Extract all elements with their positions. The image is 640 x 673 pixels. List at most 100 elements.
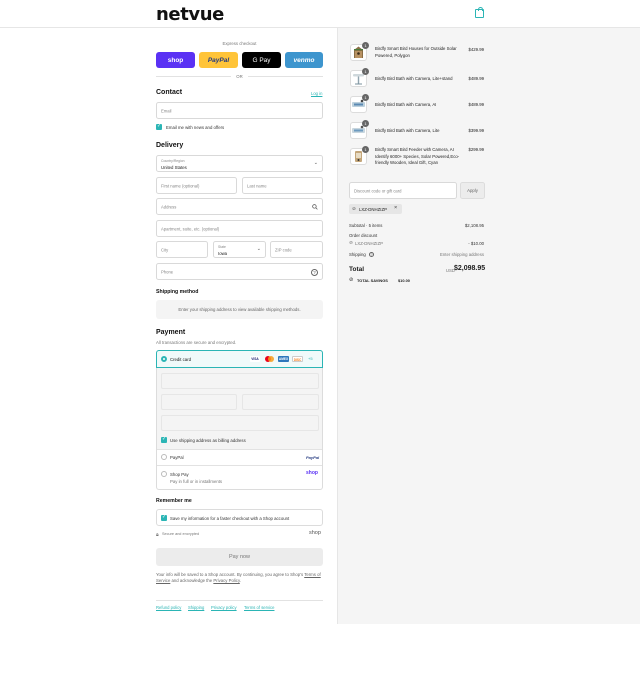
item-price: $489.99 — [468, 102, 484, 107]
billing-label: Use shipping address as billing address — [170, 437, 246, 443]
amex-icon: AMEX — [278, 356, 289, 362]
discount-code-input[interactable]: Discount code or gift card — [349, 182, 457, 199]
refund-policy-link[interactable]: Refund policy — [156, 605, 181, 610]
total-savings-value: $10.00 — [398, 278, 410, 283]
security-code-field[interactable] — [242, 394, 319, 410]
venmo-button[interactable]: venmo — [285, 52, 323, 68]
state-value: Iowa — [218, 250, 228, 256]
legal-text: Your info will be saved to a Shop accoun… — [156, 572, 323, 584]
total-label: Total — [349, 266, 365, 273]
header — [0, 0, 640, 28]
divider — [156, 76, 231, 77]
apartment-field[interactable]: Apartment, suite, etc. (optional) — [156, 220, 323, 237]
credit-card-radio[interactable] — [161, 356, 167, 362]
privacy-policy-footer-link[interactable]: Privacy policy — [211, 605, 237, 610]
email-field[interactable]: Email — [156, 102, 323, 119]
shipping-link[interactable]: Shipping — [188, 605, 204, 610]
address-field[interactable]: Address — [156, 198, 323, 215]
item-thumbnail: 1 — [350, 68, 369, 87]
payment-title: Payment — [156, 329, 186, 336]
help-icon[interactable]: ? — [311, 268, 318, 276]
item-name: Birdfy Bird Bath with Camera, AI — [375, 102, 437, 107]
shipping-value: Enter shipping address — [440, 252, 484, 257]
order-discount-label: Order discount — [349, 233, 378, 238]
credit-card-label: Credit card — [170, 356, 192, 362]
login-link[interactable]: Log in — [311, 91, 322, 96]
subtotal-label: Subtotal · 5 items — [349, 223, 383, 228]
item-price: $429.99 — [468, 47, 484, 52]
or-separator: OR — [236, 73, 243, 79]
shipping-method-title: Shipping method — [156, 289, 199, 295]
paypal-radio[interactable] — [161, 454, 167, 460]
discount-chip: ⊘ LXZ-DNHZIZP × — [349, 204, 402, 214]
logo[interactable]: netvue — [156, 4, 224, 25]
item-name: Birdfy Bird Bath with Camera, Lite+stand — [375, 76, 453, 81]
country-value: United States — [161, 164, 187, 170]
privacy-policy-link[interactable]: Privacy Policy — [213, 578, 239, 583]
discover-icon: DISC — [292, 356, 303, 362]
shopping-bag-icon[interactable] — [475, 6, 484, 18]
contact-title: Contact — [156, 89, 183, 96]
terms-of-service-footer-link[interactable]: Terms of service — [244, 605, 274, 610]
phone-field[interactable]: Phone ? — [156, 263, 323, 280]
chevron-down-icon: ⌄ — [313, 160, 318, 166]
delivery-title: Delivery — [156, 142, 184, 149]
more-cards-badge: +5 — [308, 356, 313, 361]
item-thumbnail: 1 — [350, 94, 369, 113]
mastercard-icon — [264, 356, 274, 362]
quantity-badge: 1 — [362, 42, 369, 49]
order-summary-panel — [337, 28, 640, 624]
quantity-badge: 1 — [362, 94, 369, 101]
item-thumbnail: 1 — [350, 120, 369, 139]
google-pay-label: G Pay — [252, 56, 271, 64]
currency-code: USD — [445, 268, 455, 273]
search-icon — [312, 204, 318, 210]
last-name-placeholder: Last name — [247, 183, 267, 188]
apply-button[interactable]: Apply — [460, 182, 485, 199]
last-name-field[interactable]: Last name — [242, 177, 323, 194]
apply-label: Apply — [467, 188, 478, 193]
help-icon[interactable]: ? — [369, 252, 374, 257]
remember-me-title: Remember me — [156, 498, 192, 504]
paypal-button[interactable]: PayPal — [199, 52, 238, 68]
address-placeholder: Address — [161, 204, 177, 209]
item-thumbnail: 1 — [350, 42, 369, 61]
item-price: $299.99 — [468, 147, 484, 152]
shop-pay-radio[interactable] — [161, 471, 167, 477]
payment-subtitle: All transactions are secure and encrypte… — [156, 340, 237, 345]
tag-icon: ⊘ — [352, 205, 356, 211]
discount-code-text: LXZ-DNHZIZP — [355, 241, 383, 246]
quantity-badge: 1 — [362, 146, 369, 153]
shop-pay-label: shop — [167, 56, 184, 64]
shipping-label: Shipping — [349, 252, 366, 257]
shop-pay-option-label: Shop Pay — [170, 471, 189, 477]
close-icon[interactable]: × — [394, 205, 397, 211]
country-label: Country/Region — [161, 158, 185, 163]
shipping-method-message: Enter your shipping address to view avai… — [178, 307, 301, 312]
lock-icon: 🔒︎ — [156, 532, 159, 538]
paypal-label: PayPal — [207, 56, 230, 64]
first-name-field[interactable]: First name (optional) — [156, 177, 237, 194]
city-field[interactable]: City — [156, 241, 208, 258]
total-value: $2,098.95 — [454, 265, 486, 272]
paypal-logo: PayPal — [306, 454, 320, 460]
name-on-card-field[interactable] — [161, 415, 319, 431]
remember-me-checkbox[interactable] — [161, 514, 167, 521]
zip-field[interactable]: ZIP code — [270, 241, 323, 258]
expiration-field[interactable] — [161, 394, 237, 410]
zip-placeholder: ZIP code — [275, 247, 292, 252]
news-checkbox[interactable] — [156, 123, 162, 130]
shop-pay-button[interactable]: shop — [156, 52, 195, 68]
billing-checkbox[interactable] — [161, 436, 167, 443]
state-select[interactable]: State Iowa ⌄ — [213, 241, 266, 258]
quantity-badge: 1 — [362, 120, 369, 127]
discount-chip-label: LXZ-DNHZIZP — [359, 206, 387, 212]
tag-icon: ⊘ — [349, 277, 354, 283]
google-pay-button[interactable]: G Pay — [242, 52, 281, 68]
divider — [248, 76, 323, 77]
pay-now-button[interactable]: Pay now — [156, 548, 323, 566]
country-select[interactable]: Country/Region United States ⌄ — [156, 155, 323, 172]
shop-pay-subtitle: Pay in full or in installments — [170, 478, 223, 484]
card-number-field[interactable] — [161, 373, 319, 389]
secure-text: Secure and encrypted — [162, 532, 200, 536]
